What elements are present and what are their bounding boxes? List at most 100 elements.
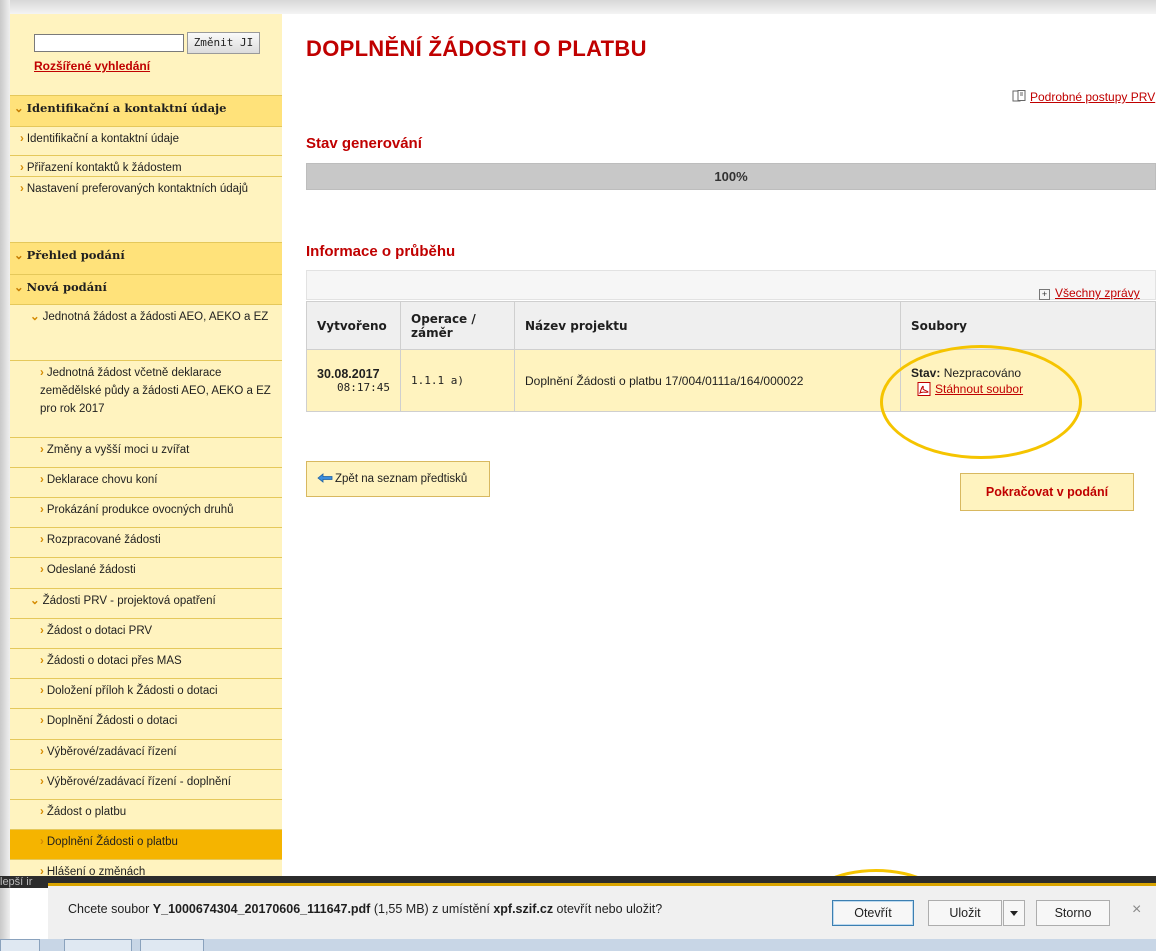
sidebar-item[interactable]: › Doplnění Žádosti o dotaci bbox=[10, 708, 282, 739]
sidebar-item[interactable]: › Deklarace chovu koní bbox=[10, 467, 282, 497]
taskbar-excel-icon[interactable] bbox=[140, 939, 204, 951]
chevron-right-icon: › bbox=[40, 655, 44, 667]
sidebar-item-label: Přehled podání bbox=[26, 248, 125, 262]
all-messages-link[interactable]: + Všechny zprávy bbox=[1039, 286, 1140, 300]
col-files: Soubory bbox=[900, 301, 1156, 350]
col-created: Vytvořeno bbox=[306, 301, 401, 350]
chevron-right-icon: › bbox=[40, 746, 44, 758]
chevron-right-icon: › bbox=[40, 504, 44, 516]
download-source: xpf.szif.cz bbox=[493, 902, 554, 916]
sidebar-item[interactable]: › Žádost o platbu bbox=[10, 799, 282, 829]
sidebar-item-label: Odeslané žádosti bbox=[46, 564, 136, 576]
sidebar-item-label: Výběrové/zadávací řízení - doplnění bbox=[46, 776, 231, 788]
chevron-down-icon bbox=[1010, 911, 1018, 916]
page-title: DOPLNĚNÍ ŽÁDOSTI O PLATBU bbox=[306, 36, 647, 61]
close-icon[interactable]: × bbox=[1132, 901, 1141, 919]
help-link[interactable]: Podrobné postupy PRV bbox=[1012, 90, 1155, 104]
chevron-right-icon: › bbox=[40, 474, 44, 486]
col-project-name: Název projektu bbox=[514, 301, 901, 350]
sidebar-item[interactable]: › Hlášení o změnách bbox=[10, 859, 282, 876]
subject-search-input[interactable] bbox=[34, 34, 184, 52]
chevron-right-icon: › bbox=[40, 564, 44, 576]
save-options-dropdown[interactable] bbox=[1003, 900, 1025, 926]
chevron-right-icon: › bbox=[40, 444, 44, 456]
sidebar-item[interactable]: › Prokázání produkce ovocných druhů bbox=[10, 497, 282, 527]
sidebar-item[interactable]: › Výběrové/zadávací řízení bbox=[10, 739, 282, 769]
chevron-right-icon: › bbox=[40, 715, 44, 727]
sidebar-item-label: Doplnění Žádosti o dotaci bbox=[46, 715, 178, 727]
all-messages-label[interactable]: Všechny zprávy bbox=[1055, 286, 1140, 300]
sidebar-item-label: Výběrové/zadávací řízení bbox=[46, 746, 177, 758]
sidebar-item-label: Identifikační a kontaktní údaje bbox=[26, 133, 179, 145]
change-ji-button[interactable]: Změnit JI bbox=[187, 32, 260, 54]
sidebar-item[interactable]: › Žádosti o dotaci přes MAS bbox=[10, 648, 282, 678]
advanced-search-link[interactable]: Rozšířené vyhledání bbox=[34, 59, 150, 73]
back-to-list-button[interactable]: Zpět na seznam předtisků bbox=[306, 461, 490, 497]
sidebar-item-label: Rozpracované žádosti bbox=[46, 534, 161, 546]
sidebar-item-label: Přiřazení kontaktů k žádostem bbox=[26, 162, 182, 174]
generation-progress-bar: 100% bbox=[306, 163, 1156, 190]
sidebar-item[interactable]: › Jednotná žádost včetně deklarace zemědě… bbox=[10, 360, 282, 437]
document-help-icon bbox=[1012, 90, 1026, 102]
sidebar: Změnit JI Rozšířené vyhledání ⌄ Identifik… bbox=[10, 14, 282, 876]
sidebar-item-label: Hlášení o změnách bbox=[46, 866, 146, 876]
chevron-right-icon: › bbox=[40, 625, 44, 637]
chevron-right-icon: › bbox=[40, 776, 44, 788]
window-left-edge bbox=[0, 0, 10, 951]
sidebar-item[interactable]: ⌄ Nová podání bbox=[10, 274, 282, 304]
progress-info-heading: Informace o průběhu bbox=[306, 243, 456, 260]
sidebar-item-label: Žádosti PRV - projektová opatření bbox=[42, 595, 216, 607]
sidebar-item[interactable]: › Žádost o dotaci PRV bbox=[10, 618, 282, 648]
sidebar-item-label: Deklarace chovu koní bbox=[46, 474, 158, 486]
sidebar-item[interactable]: › Rozpracované žádosti bbox=[10, 527, 282, 557]
sidebar-item[interactable]: › Doložení příloh k Žádosti o dotaci bbox=[10, 678, 282, 708]
sidebar-item[interactable]: ⌄ Žádosti PRV - projektová opatření bbox=[10, 588, 282, 618]
sidebar-item-label: Žádost o dotaci PRV bbox=[46, 625, 153, 637]
chevron-right-icon: › bbox=[40, 534, 44, 546]
chevron-right-icon: › bbox=[20, 133, 24, 145]
sidebar-item[interactable]: › Identifikační a kontaktní údaje bbox=[10, 126, 282, 155]
chevron-right-icon: › bbox=[20, 162, 24, 174]
taskbar bbox=[0, 939, 1156, 951]
notification-strip-text: lepší ir bbox=[0, 876, 33, 888]
sidebar-item[interactable]: › Odeslané žádosti bbox=[10, 557, 282, 588]
back-button-label[interactable]: Zpět na seznam předtisků bbox=[335, 473, 467, 485]
sidebar-item[interactable]: › Změny a vyšší moci u zvířat bbox=[10, 437, 282, 467]
highlight-circle-download bbox=[880, 345, 1082, 459]
download-notification-bar: Chcete soubor Y_1000674304_20170606_1116… bbox=[48, 883, 1156, 939]
sidebar-item[interactable]: ⌄ Přehled podání bbox=[10, 242, 282, 274]
sidebar-item[interactable]: › Výběrové/zadávací řízení - doplnění bbox=[10, 769, 282, 799]
open-button[interactable]: Otevřít bbox=[832, 900, 914, 926]
sidebar-item-label: Nastavení preferovaných kontaktních údaj… bbox=[26, 183, 249, 195]
sidebar-item[interactable]: ⌄ Jednotná žádost a žádosti AEO, AEKO a E… bbox=[10, 304, 282, 360]
arrow-left-icon bbox=[317, 473, 333, 483]
sidebar-item-label: Jednotná žádost a žádosti AEO, AEKO a EZ bbox=[42, 311, 269, 323]
sidebar-item[interactable]: › Nastavení preferovaných kontaktních úda… bbox=[10, 176, 282, 242]
sidebar-item-label: Jednotná žádost včetně deklarace zeměděl… bbox=[40, 367, 271, 415]
download-message: Chcete soubor Y_1000674304_20170606_1116… bbox=[68, 902, 663, 916]
sidebar-item[interactable]: › Doplnění Žádosti o platbu bbox=[10, 829, 282, 859]
chevron-right-icon: › bbox=[20, 183, 24, 195]
save-button[interactable]: Uložit bbox=[928, 900, 1002, 926]
sidebar-item-label: Nová podání bbox=[26, 280, 107, 294]
taskbar-ie-icon[interactable] bbox=[64, 939, 132, 951]
generation-status-heading: Stav generování bbox=[306, 135, 422, 152]
sidebar-item[interactable]: ⌄ Identifikační a kontaktní údaje bbox=[10, 95, 282, 126]
col-operation: Operace / záměr bbox=[400, 301, 515, 350]
created-date: 30.08.2017 bbox=[317, 367, 380, 381]
taskbar-start-icon[interactable] bbox=[0, 939, 40, 951]
cell-project-name: Doplnění Žádosti o platbu 17/004/0111a/1… bbox=[514, 349, 901, 412]
sidebar-item[interactable]: › Přiřazení kontaktů k žádostem bbox=[10, 155, 282, 176]
help-link-label[interactable]: Podrobné postupy PRV bbox=[1030, 90, 1155, 104]
sidebar-item-label: Doložení příloh k Žádosti o dotaci bbox=[46, 685, 218, 697]
continue-submission-button[interactable]: Pokračovat v podání bbox=[960, 473, 1134, 511]
chevron-right-icon: › bbox=[40, 685, 44, 697]
sidebar-item-label: Prokázání produkce ovocných druhů bbox=[46, 504, 234, 516]
sidebar-item-label: Identifikační a kontaktní údaje bbox=[26, 101, 227, 115]
chevron-down-icon: ⌄ bbox=[30, 311, 40, 323]
cancel-button[interactable]: Storno bbox=[1036, 900, 1110, 926]
chevron-down-icon: ⌄ bbox=[14, 280, 24, 294]
expand-plus-icon[interactable]: + bbox=[1039, 289, 1050, 300]
chevron-down-icon: ⌄ bbox=[14, 248, 24, 262]
sidebar-item-label: Žádost o platbu bbox=[46, 806, 127, 818]
